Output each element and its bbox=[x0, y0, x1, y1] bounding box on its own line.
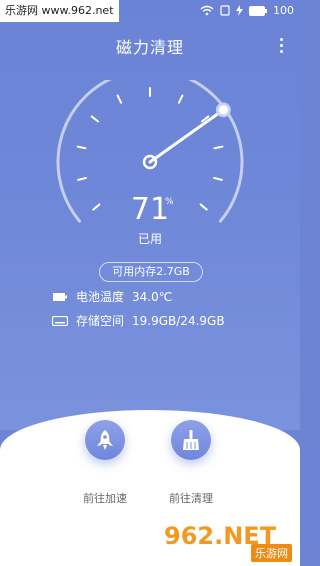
boost-label[interactable]: 前往加速 bbox=[70, 490, 140, 506]
gauge-tick bbox=[177, 94, 184, 104]
storage-label: 存储空间 bbox=[76, 314, 125, 328]
rocket-icon bbox=[97, 430, 113, 450]
gauge-tick bbox=[199, 203, 208, 211]
gauge-value: 71 bbox=[130, 192, 170, 227]
gauge-tick bbox=[77, 176, 87, 181]
status-bar: 乐游网 www.962.net 100 bbox=[0, 0, 300, 24]
sim-card-icon bbox=[220, 5, 230, 16]
gauge-label: 已用 bbox=[137, 232, 162, 246]
gauge-unit: % bbox=[165, 197, 174, 207]
storage-value: 19.9GB/24.9GB bbox=[132, 313, 225, 328]
clean-label[interactable]: 前往清理 bbox=[156, 490, 226, 506]
gauge-needle bbox=[148, 108, 225, 164]
available-memory-badge: 可用内存2.7GB bbox=[99, 262, 203, 282]
battery-level: 100 bbox=[273, 4, 294, 17]
battery-icon bbox=[52, 291, 68, 303]
boost-action[interactable]: 前往加速 bbox=[70, 420, 140, 506]
clean-button[interactable] bbox=[171, 420, 211, 460]
gauge-tick bbox=[76, 145, 87, 150]
watermark-bottom: 962.NET 乐游网 bbox=[164, 522, 294, 562]
gauge-needle-tip bbox=[215, 102, 231, 118]
more-vertical-icon[interactable] bbox=[278, 38, 284, 54]
watermark-site-name: 乐游网 bbox=[251, 544, 292, 562]
gauge-tick bbox=[213, 176, 223, 181]
battery-icon bbox=[249, 5, 267, 16]
gauge-tick bbox=[213, 145, 224, 150]
page-title: 磁力清理 bbox=[115, 38, 184, 57]
battery-temp-label: 电池温度 bbox=[76, 290, 125, 304]
battery-temperature-row: 电池温度 34.0℃ bbox=[52, 288, 172, 305]
status-icons: 100 bbox=[200, 4, 294, 17]
charging-icon bbox=[236, 5, 243, 16]
boost-button[interactable] bbox=[85, 420, 125, 460]
gauge-tick bbox=[92, 203, 101, 211]
wifi-icon bbox=[200, 5, 214, 16]
gauge-tick bbox=[90, 115, 99, 123]
memory-gauge bbox=[56, 80, 244, 223]
storage-icon bbox=[52, 315, 68, 327]
battery-temp-value: 34.0℃ bbox=[132, 289, 173, 304]
watermark-top: 乐游网 www.962.net bbox=[0, 0, 119, 22]
gauge-tick bbox=[116, 94, 123, 104]
storage-row: 存储空间 19.9GB/24.9GB bbox=[52, 312, 225, 329]
broom-icon bbox=[183, 430, 199, 450]
clean-action[interactable]: 前往清理 bbox=[156, 420, 226, 506]
